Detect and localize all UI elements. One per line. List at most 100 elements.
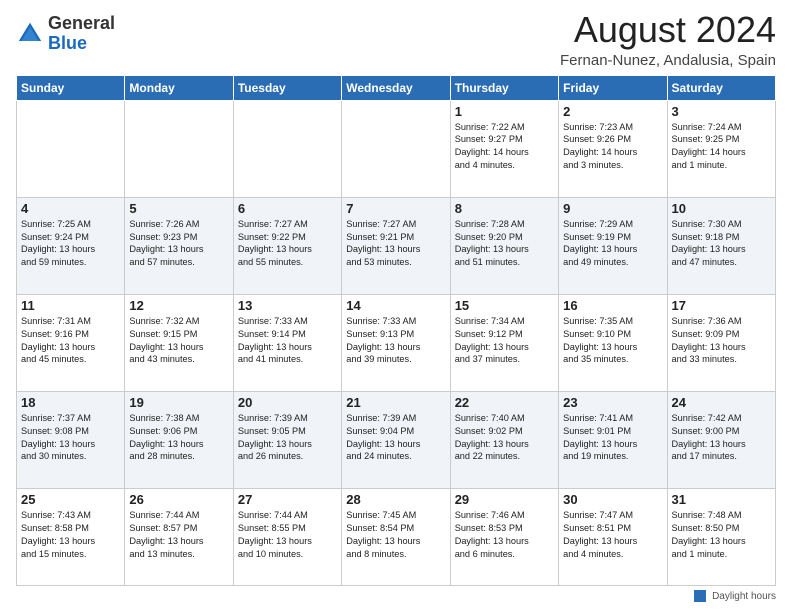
- day-number: 8: [455, 201, 554, 216]
- table-row: 3Sunrise: 7:24 AMSunset: 9:25 PMDaylight…: [667, 100, 775, 197]
- table-row: 28 Sunrise: 7:45 AMSunset: 8:54 PMDayligh…: [342, 488, 450, 585]
- day-number: 22: [455, 395, 554, 410]
- day-number: 1: [455, 104, 554, 119]
- day-info: Sunrise: 7:38 AMSunset: 9:06 PMDaylight:…: [129, 412, 228, 464]
- logo-general-text: General: [48, 14, 115, 34]
- day-number: 11: [21, 298, 120, 313]
- day-number: 13: [238, 298, 337, 313]
- day-number: 21: [346, 395, 445, 410]
- header-friday: Friday: [559, 75, 667, 100]
- table-row: 12 Sunrise: 7:32 AMSunset: 9:15 PMDayligh…: [125, 294, 233, 391]
- calendar-header-row: Sunday Monday Tuesday Wednesday Thursday…: [17, 75, 776, 100]
- day-number: 27: [238, 492, 337, 507]
- day-number: 7: [346, 201, 445, 216]
- day-info: Sunrise: 7:47 AMSunset: 8:51 PMDaylight:…: [563, 509, 662, 561]
- day-info: Sunrise: 7:42 AMSunset: 9:00 PMDaylight:…: [672, 412, 771, 464]
- day-number: 16: [563, 298, 662, 313]
- day-number: 26: [129, 492, 228, 507]
- logo-text: General Blue: [48, 14, 115, 54]
- logo-blue-text: Blue: [48, 34, 115, 54]
- table-row: 27 Sunrise: 7:44 AMSunset: 8:55 PMDayligh…: [233, 488, 341, 585]
- day-number: 24: [672, 395, 771, 410]
- day-number: 23: [563, 395, 662, 410]
- table-row: [125, 100, 233, 197]
- day-number: 29: [455, 492, 554, 507]
- day-number: 3: [672, 104, 771, 119]
- day-number: 14: [346, 298, 445, 313]
- table-row: 30Sunrise: 7:47 AMSunset: 8:51 PMDayligh…: [559, 488, 667, 585]
- day-number: 12: [129, 298, 228, 313]
- table-row: 14 Sunrise: 7:33 AMSunset: 9:13 PMDayligh…: [342, 294, 450, 391]
- day-info: Sunrise: 7:28 AMSunset: 9:20 PMDaylight:…: [455, 218, 554, 270]
- day-info: Sunrise: 7:32 AMSunset: 9:15 PMDaylight:…: [129, 315, 228, 367]
- day-info: Sunrise: 7:33 AMSunset: 9:14 PMDaylight:…: [238, 315, 337, 367]
- day-info: Sunrise: 7:37 AMSunset: 9:08 PMDaylight:…: [21, 412, 120, 464]
- table-row: 10Sunrise: 7:30 AMSunset: 9:18 PMDayligh…: [667, 197, 775, 294]
- header: General Blue August 2024 Fernan-Nunez, A…: [16, 10, 776, 69]
- day-number: 19: [129, 395, 228, 410]
- day-info: Sunrise: 7:34 AMSunset: 9:12 PMDaylight:…: [455, 315, 554, 367]
- day-number: 28: [346, 492, 445, 507]
- day-number: 20: [238, 395, 337, 410]
- table-row: 6 Sunrise: 7:27 AMSunset: 9:22 PMDaylight…: [233, 197, 341, 294]
- header-tuesday: Tuesday: [233, 75, 341, 100]
- table-row: 16 Sunrise: 7:35 AMSunset: 9:10 PMDayligh…: [559, 294, 667, 391]
- day-info: Sunrise: 7:33 AMSunset: 9:13 PMDaylight:…: [346, 315, 445, 367]
- table-row: 8 Sunrise: 7:28 AMSunset: 9:20 PMDaylight…: [450, 197, 558, 294]
- day-number: 6: [238, 201, 337, 216]
- table-row: 26Sunrise: 7:44 AMSunset: 8:57 PMDayligh…: [125, 488, 233, 585]
- table-row: 17 Sunrise: 7:36 AMSunset: 9:09 PMDayligh…: [667, 294, 775, 391]
- table-row: 21 Sunrise: 7:39 AMSunset: 9:04 PMDayligh…: [342, 391, 450, 488]
- day-info: Sunrise: 7:36 AMSunset: 9:09 PMDaylight:…: [672, 315, 771, 367]
- header-monday: Monday: [125, 75, 233, 100]
- calendar-week-2: 4Sunrise: 7:25 AMSunset: 9:24 PMDaylight…: [17, 197, 776, 294]
- table-row: 11 Sunrise: 7:31 AMSunset: 9:16 PMDayligh…: [17, 294, 125, 391]
- day-info: Sunrise: 7:39 AMSunset: 9:04 PMDaylight:…: [346, 412, 445, 464]
- day-info: Sunrise: 7:29 AMSunset: 9:19 PMDaylight:…: [563, 218, 662, 270]
- logo: General Blue: [16, 14, 115, 54]
- day-info: Sunrise: 7:43 AMSunset: 8:58 PMDaylight:…: [21, 509, 120, 561]
- day-info: Sunrise: 7:40 AMSunset: 9:02 PMDaylight:…: [455, 412, 554, 464]
- legend-color-box: [694, 590, 706, 602]
- day-info: Sunrise: 7:25 AMSunset: 9:24 PMDaylight:…: [21, 218, 120, 270]
- logo-icon: [16, 20, 44, 48]
- day-number: 17: [672, 298, 771, 313]
- calendar-week-5: 25Sunrise: 7:43 AMSunset: 8:58 PMDayligh…: [17, 488, 776, 585]
- table-row: 13 Sunrise: 7:33 AMSunset: 9:14 PMDayligh…: [233, 294, 341, 391]
- day-info: Sunrise: 7:27 AMSunset: 9:21 PMDaylight:…: [346, 218, 445, 270]
- day-info: Sunrise: 7:27 AMSunset: 9:22 PMDaylight:…: [238, 218, 337, 270]
- calendar-week-4: 18Sunrise: 7:37 AMSunset: 9:08 PMDayligh…: [17, 391, 776, 488]
- table-row: 29Sunrise: 7:46 AMSunset: 8:53 PMDayligh…: [450, 488, 558, 585]
- table-row: 24 Sunrise: 7:42 AMSunset: 9:00 PMDayligh…: [667, 391, 775, 488]
- table-row: 5 Sunrise: 7:26 AMSunset: 9:23 PMDaylight…: [125, 197, 233, 294]
- day-info: Sunrise: 7:26 AMSunset: 9:23 PMDaylight:…: [129, 218, 228, 270]
- legend-label: Daylight hours: [712, 591, 776, 602]
- table-row: [17, 100, 125, 197]
- table-row: 1 Sunrise: 7:22 AMSunset: 9:27 PMDaylight…: [450, 100, 558, 197]
- month-title: August 2024: [560, 10, 776, 50]
- calendar-week-1: 1 Sunrise: 7:22 AMSunset: 9:27 PMDaylight…: [17, 100, 776, 197]
- day-info: Sunrise: 7:22 AMSunset: 9:27 PMDaylight:…: [455, 121, 554, 173]
- table-row: 2Sunrise: 7:23 AMSunset: 9:26 PMDaylight…: [559, 100, 667, 197]
- table-row: 23Sunrise: 7:41 AMSunset: 9:01 PMDayligh…: [559, 391, 667, 488]
- day-number: 5: [129, 201, 228, 216]
- day-info: Sunrise: 7:39 AMSunset: 9:05 PMDaylight:…: [238, 412, 337, 464]
- table-row: 31 Sunrise: 7:48 AMSunset: 8:50 PMDayligh…: [667, 488, 775, 585]
- table-row: 7 Sunrise: 7:27 AMSunset: 9:21 PMDaylight…: [342, 197, 450, 294]
- day-number: 31: [672, 492, 771, 507]
- day-info: Sunrise: 7:45 AMSunset: 8:54 PMDaylight:…: [346, 509, 445, 561]
- calendar-week-3: 11 Sunrise: 7:31 AMSunset: 9:16 PMDayligh…: [17, 294, 776, 391]
- day-info: Sunrise: 7:35 AMSunset: 9:10 PMDaylight:…: [563, 315, 662, 367]
- day-info: Sunrise: 7:23 AMSunset: 9:26 PMDaylight:…: [563, 121, 662, 173]
- day-info: Sunrise: 7:48 AMSunset: 8:50 PMDaylight:…: [672, 509, 771, 561]
- table-row: 9 Sunrise: 7:29 AMSunset: 9:19 PMDaylight…: [559, 197, 667, 294]
- day-info: Sunrise: 7:31 AMSunset: 9:16 PMDaylight:…: [21, 315, 120, 367]
- table-row: 19 Sunrise: 7:38 AMSunset: 9:06 PMDayligh…: [125, 391, 233, 488]
- header-wednesday: Wednesday: [342, 75, 450, 100]
- day-info: Sunrise: 7:44 AMSunset: 8:55 PMDaylight:…: [238, 509, 337, 561]
- page: General Blue August 2024 Fernan-Nunez, A…: [0, 0, 792, 612]
- day-number: 10: [672, 201, 771, 216]
- day-number: 9: [563, 201, 662, 216]
- day-number: 15: [455, 298, 554, 313]
- table-row: 15 Sunrise: 7:34 AMSunset: 9:12 PMDayligh…: [450, 294, 558, 391]
